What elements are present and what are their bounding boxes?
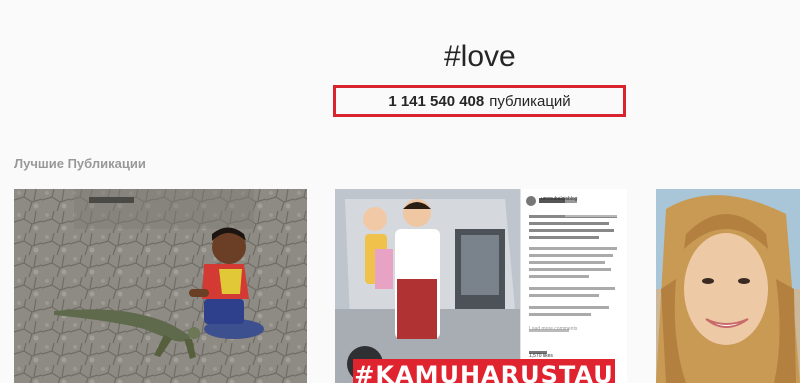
- hashtag-title: #love: [444, 40, 516, 73]
- load-more-comments: Load more comments: [529, 326, 578, 332]
- post-tile-2[interactable]: INDO ZONE ummubalqisblog 1,570 likes Loa…: [335, 189, 627, 383]
- post-count-label: публикаций: [489, 92, 571, 110]
- child-iguana-image: [14, 189, 307, 383]
- post-count-number: 1 141 540 408: [388, 92, 485, 110]
- post-tile-1[interactable]: [14, 189, 307, 383]
- indozone-watermark: INDO ZONE: [599, 191, 624, 209]
- watermark-bottom-text: ZONE: [599, 199, 625, 209]
- school-children-image: [335, 189, 627, 383]
- post-likes: 1,570 likes: [529, 353, 553, 359]
- post-username: ummubalqisblog: [541, 196, 578, 202]
- post-tile-3[interactable]: [656, 189, 800, 383]
- post-count-highlight: 1 141 540 408 публикаций: [333, 85, 626, 117]
- post-banner-text: #KAMUHARUSTAU: [354, 361, 614, 383]
- smiling-woman-image: [656, 189, 800, 383]
- top-posts-heading: Лучшие Публикации: [14, 156, 146, 171]
